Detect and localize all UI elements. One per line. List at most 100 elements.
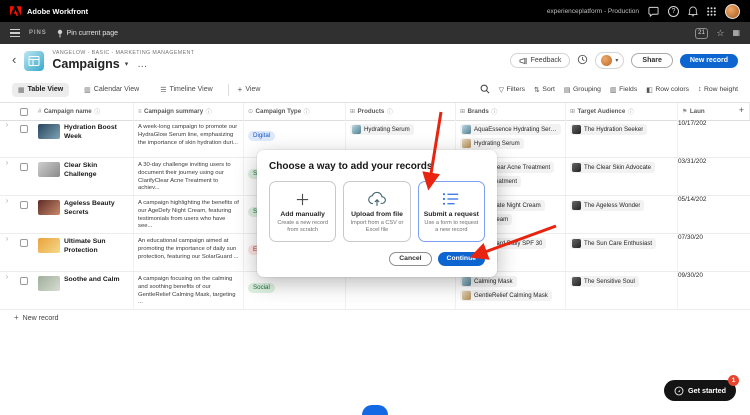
title-chevron-down-icon[interactable]: ▾ [125,60,129,68]
audience-thumbnail [572,239,581,248]
favorite-star-icon[interactable]: ☆ [716,28,724,38]
launch-date[interactable]: 10/17/202 [678,120,750,157]
user-avatar[interactable] [725,3,740,19]
search-icon[interactable] [480,81,490,99]
layout-icon[interactable]: ▦ [732,29,740,37]
assistant-widget-fragment[interactable] [362,405,388,415]
grouping-button[interactable]: ▤ Grouping [564,86,601,94]
info-icon[interactable]: ⓘ [206,107,212,116]
filters-button[interactable]: ▽ Filters [499,86,525,94]
pin-count-badge[interactable]: 21 [694,27,709,39]
row-expand-icon[interactable]: › [0,272,14,309]
product-tag[interactable]: Hydrating Serum [350,124,414,135]
megaphone-icon [519,57,527,64]
option-add-manually[interactable]: Add manually Create a new record from sc… [269,181,337,242]
feedback-button[interactable]: Feedback [509,53,571,68]
fields-icon: ▥ [609,86,617,94]
main-menu-icon[interactable] [10,29,20,37]
brand-tag[interactable]: Hydrating Serum [460,138,524,149]
audience-tag[interactable]: The Hydration Seeker [570,124,648,135]
breadcrumb[interactable]: VANGELOW - BASIC - MARKETING MANAGEMENT [52,50,194,56]
back-chevron-icon[interactable]: ‹ [12,53,16,66]
info-icon[interactable]: ⓘ [387,107,393,116]
collaborators-menu[interactable]: ▾ [595,52,625,69]
tab-timeline-view[interactable]: ☰ Timeline View [154,83,218,97]
audience-tag[interactable]: The Clear Skin Advocate [570,162,656,173]
brand-tag[interactable]: GentleRelief Calming Mask [460,290,552,301]
campaign-name[interactable]: Ultimate Sun Protection [64,238,129,256]
fields-button[interactable]: ▥ Fields [610,86,637,94]
pins-bar: PINS Pin current page 21 ☆ ▦ [0,22,750,44]
brand-tag[interactable]: Calming Mask [460,276,517,287]
pin-current-page-button[interactable]: Pin current page [56,29,118,38]
info-icon[interactable]: ⓘ [628,107,634,116]
row-checkbox[interactable] [20,239,28,247]
column-header-target-audience[interactable]: ⊞ Target Audience ⓘ [566,103,678,120]
column-header-campaign-summary[interactable]: ≡ Campaign summary ⓘ [134,103,244,120]
campaign-name[interactable]: Ageless Beauty Secrets [64,200,129,218]
campaign-name[interactable]: Soothe and Calm [64,276,120,285]
campaign-type-tag[interactable]: Digital [248,130,276,141]
info-icon[interactable]: ⓘ [491,107,497,116]
table-row[interactable]: › Soothe and Calm A campaign focusing on… [0,272,750,310]
audience-tag[interactable]: The Sensitive Soul [570,276,639,287]
row-height-button[interactable]: ↕ Row height [698,86,738,93]
launch-date[interactable]: 07/30/20 [678,234,750,271]
row-checkbox[interactable] [20,201,28,209]
row-expand-icon[interactable]: › [0,120,14,157]
column-header-brands[interactable]: ⊞ Brands ⓘ [456,103,566,120]
tab-table-view[interactable]: ▦ Table View [12,82,70,97]
row-checkbox[interactable] [20,163,28,171]
continue-button[interactable]: Continue [437,251,485,266]
row-expand-icon[interactable]: › [0,196,14,233]
add-view-button[interactable]: + View [238,85,261,94]
launch-date[interactable]: 09/30/20 [678,272,750,309]
app-switcher-icon[interactable] [707,6,716,16]
audience-thumbnail [572,277,581,286]
audience-tag[interactable]: The Sun Care Enthusiast [570,238,657,249]
campaign-thumbnail [38,162,60,177]
share-button[interactable]: Share [631,53,673,68]
option-upload-from-file[interactable]: Upload from file Import from a CSV or Ex… [343,181,411,242]
sort-icon: ⇅ [534,86,540,94]
row-checkbox[interactable] [20,125,28,133]
brand-tag[interactable]: AquaEssence Hydrating Serum [460,124,561,135]
notifications-icon[interactable] [688,5,698,17]
table-header: # Campaign name ⓘ ≡ Campaign summary ⓘ ⊙… [0,103,750,121]
info-icon[interactable]: ⓘ [304,107,310,116]
row-checkbox[interactable] [20,277,28,285]
row-expand-icon[interactable]: › [0,234,14,271]
audience-tag[interactable]: The Ageless Wonder [570,200,645,211]
help-icon[interactable]: ? [668,5,679,17]
tab-calendar-view[interactable]: ▥ Calendar View [78,83,145,97]
launch-date[interactable]: 05/14/202 [678,196,750,233]
field-type-icon: ⊞ [460,109,466,115]
dialog-title: Choose a way to add your records [269,161,433,172]
adobe-logo-icon [10,6,21,16]
get-started-button[interactable]: Get started 1 [664,375,739,401]
table-view-icon: ▦ [18,86,25,94]
column-header-campaign-name[interactable]: # Campaign name ⓘ [34,103,134,120]
campaign-name[interactable]: Clear Skin Challenge [64,162,129,180]
row-colors-button[interactable]: ◧ Row colors [646,86,689,94]
select-all-checkbox[interactable] [20,107,28,116]
campaign-name[interactable]: Hydration Boost Week [64,124,129,142]
row-expand-icon[interactable]: › [0,158,14,195]
more-menu-icon[interactable]: … [137,59,148,70]
add-column-button[interactable]: + [739,105,744,115]
cancel-button[interactable]: Cancel [389,251,432,266]
campaign-type-tag[interactable]: Social [248,282,275,293]
column-header-products[interactable]: ⊞ Products ⓘ [346,103,456,120]
launch-date[interactable]: 03/31/202 [678,158,750,195]
calendar-view-icon: ▥ [84,86,91,94]
new-record-row-button[interactable]: + New record [14,314,58,322]
option-submit-a-request[interactable]: Submit a request Use a form to request a… [417,181,485,242]
campaign-summary: A campaign highlighting the benefits of … [134,196,244,233]
column-header-campaign-type[interactable]: ⊙ Campaign Type ⓘ [244,103,346,120]
assistant-icon[interactable] [648,6,659,17]
sort-button[interactable]: ⇅ Sort [534,86,555,94]
new-record-button[interactable]: New record [679,53,738,68]
plus-icon: + [14,313,19,322]
info-icon[interactable]: ⓘ [94,107,100,116]
history-icon[interactable] [577,52,588,70]
